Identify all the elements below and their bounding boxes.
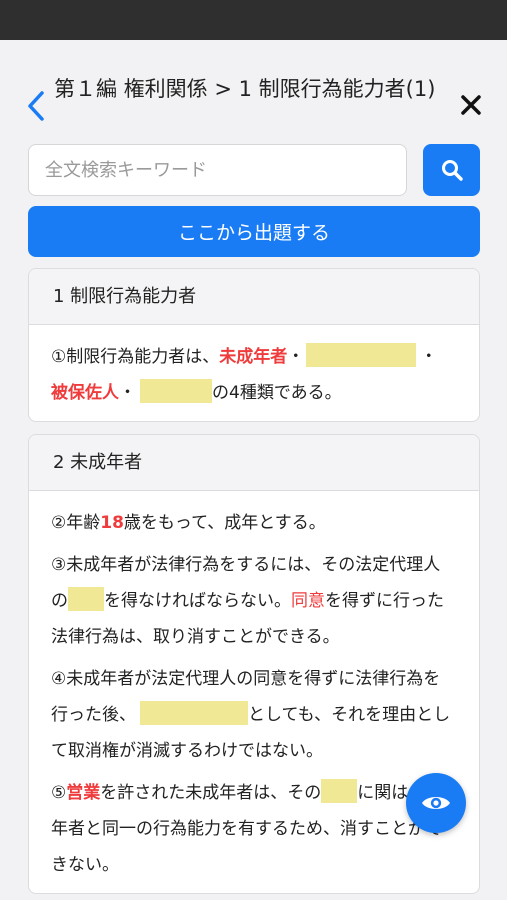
search-button[interactable] xyxy=(423,144,480,196)
chevron-left-icon xyxy=(28,91,44,121)
blank-box[interactable] xyxy=(68,587,104,611)
text: に関 xyxy=(357,783,392,803)
eye-icon xyxy=(422,797,450,809)
search-row xyxy=(28,144,480,196)
section-card-2: 2 未成年者 ②年齢18歳をもって、成年とする。 ③未成年者が法律行為をするには… xyxy=(28,434,480,894)
section-card-1: 1 制限行為能力者 ①制限行為能力者は、未成年者・・被保佐人・ の4種類である。 xyxy=(28,268,480,422)
blank-box[interactable] xyxy=(306,343,417,367)
section-body: ②年齢18歳をもって、成年とする。 ③未成年者が法律行為をするには、その法定代理… xyxy=(29,491,479,883)
text: ⑤ xyxy=(51,783,67,803)
start-quiz-button[interactable]: ここから出題する xyxy=(28,206,480,257)
highlight-text: 同意 xyxy=(291,591,325,611)
highlight-text: 18 xyxy=(100,513,124,533)
back-button[interactable] xyxy=(24,88,48,124)
text: ・ xyxy=(420,347,438,367)
blank-box[interactable] xyxy=(321,779,358,803)
search-icon xyxy=(441,160,463,181)
text: ②年齢 xyxy=(51,513,101,533)
text: の4種類である。 xyxy=(212,383,342,403)
highlight-text: 営業 xyxy=(66,783,101,803)
text: を許された未成年者は、その xyxy=(100,783,322,803)
blank-box[interactable] xyxy=(140,379,212,403)
text: を得なければならない。 xyxy=(104,591,291,611)
highlight-text: 未成年者 xyxy=(219,347,288,367)
paragraph-4: ④未成年者が法定代理人の同意を得ずに法律行為を行った後、 としても、それを理由とし… xyxy=(51,661,457,769)
paragraph-2: ②年齢18歳をもって、成年とする。 xyxy=(51,505,457,541)
text: 歳をもって、成年とする。 xyxy=(123,513,326,533)
paragraph-1: ①制限行為能力者は、未成年者・・被保佐人・ の4種類である。 xyxy=(51,339,457,411)
toggle-answers-button[interactable] xyxy=(406,773,466,833)
paragraph-3: ③未成年者が法律行為をするには、その法定代理人の を得なければならない。同意を得ず… xyxy=(51,547,457,655)
text: ①制限行為能力者は、 xyxy=(51,347,220,367)
paragraph-5: ⑤営業を許された未成年者は、そのに関は、成年者と同一の行為能力を有するため、消す… xyxy=(51,775,457,883)
text: ・ xyxy=(287,347,305,367)
highlight-text: 被保佐人 xyxy=(51,383,119,403)
close-button[interactable] xyxy=(458,92,484,118)
header: 第１編 権利関係 > 1 制限行為能力者(1) xyxy=(0,62,507,142)
section-title: 2 未成年者 xyxy=(29,435,479,491)
section-body: ①制限行為能力者は、未成年者・・被保佐人・ の4種類である。 xyxy=(29,325,479,411)
page-title: 第１編 権利関係 > 1 制限行為能力者(1) xyxy=(54,77,436,101)
text: ・ xyxy=(119,383,136,403)
section-title: 1 制限行為能力者 xyxy=(29,269,479,325)
status-bar xyxy=(0,0,507,40)
search-input[interactable] xyxy=(28,144,407,196)
blank-box[interactable] xyxy=(140,701,248,725)
close-icon xyxy=(461,95,481,115)
